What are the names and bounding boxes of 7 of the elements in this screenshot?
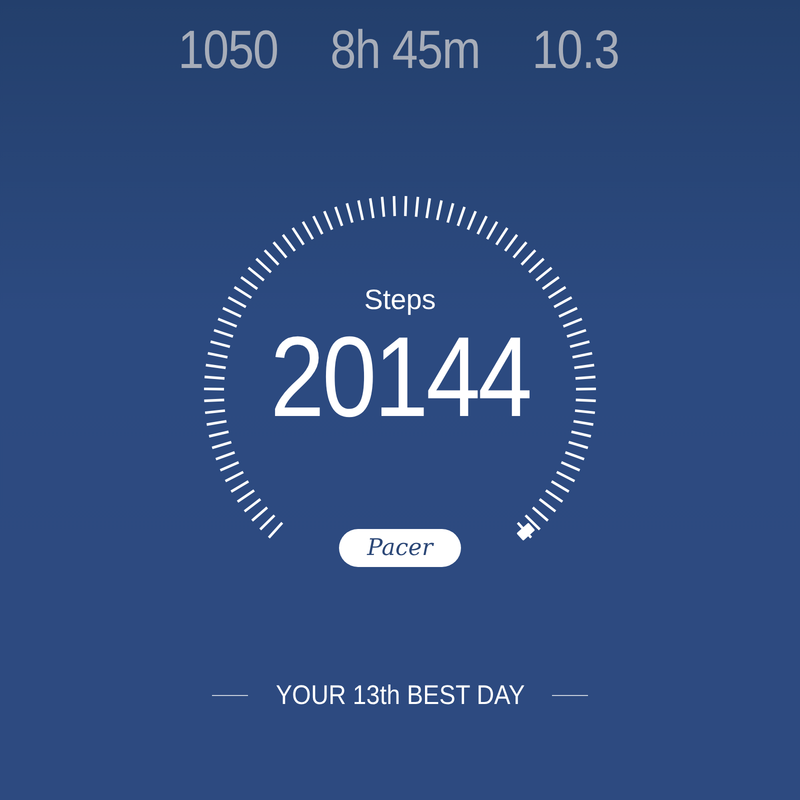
stat-value: 8h 45m <box>330 22 480 78</box>
best-day-text: YOUR 13th BEST DAY <box>276 680 524 711</box>
stat-value: 1050 <box>178 22 278 78</box>
pacer-logo: Pacer <box>339 529 461 567</box>
steps-label: Steps <box>364 284 436 316</box>
steps-count: 20144 <box>270 318 530 438</box>
stat-value: 10.3 <box>532 22 619 78</box>
